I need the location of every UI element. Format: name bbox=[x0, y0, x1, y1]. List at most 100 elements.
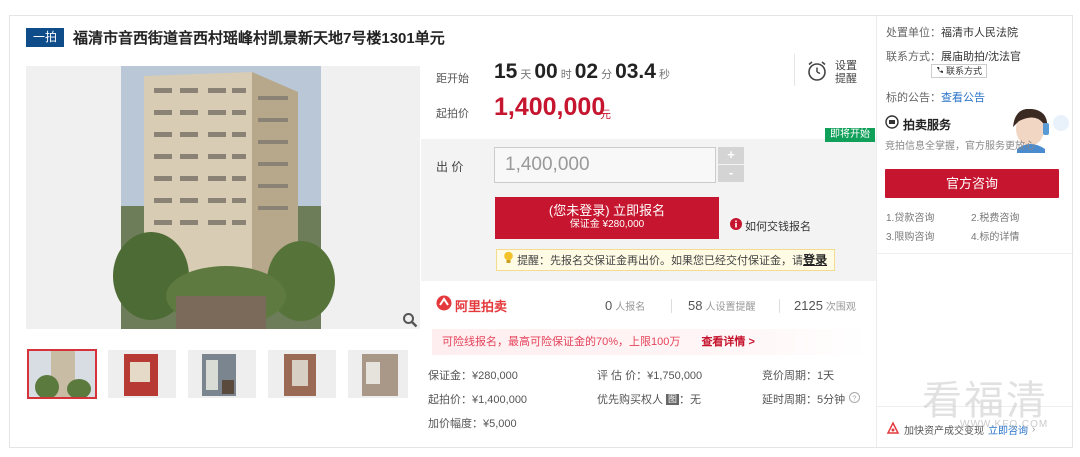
svg-text:?: ? bbox=[852, 393, 856, 402]
contact-button-label: 联系方式 bbox=[946, 66, 983, 76]
days-unit: 天 bbox=[520, 69, 532, 81]
reminder-button[interactable]: 设置 提醒 bbox=[806, 56, 857, 90]
insurance-promo: 可险线报名，最高可险保证金的70%，上限100万 查看详情 > bbox=[432, 329, 868, 355]
page-title: 福清市音西街道音西村瑶峰村凯景新天地7号楼1301单元 bbox=[73, 29, 445, 47]
reminders-label: 人设置提醒 bbox=[705, 302, 756, 313]
alarm-clock-icon bbox=[806, 60, 828, 87]
how-to-pay-label: 如何交钱报名 bbox=[745, 221, 811, 233]
reminder-label-2: 提醒 bbox=[835, 73, 857, 85]
promo-details-link[interactable]: 查看详情 > bbox=[701, 336, 754, 348]
tip-text: 提醒：先报名交保证金再出价。如果您已经交付保证金，请 bbox=[517, 255, 804, 267]
promo-text: 可险线报名，最高可险保证金的70%，上限100万 bbox=[442, 336, 681, 348]
auction-panel: 一拍 福清市音西街道音西村瑶峰村凯景新天地7号楼1301单元 距开始 15 天 … bbox=[9, 15, 1074, 448]
disposal-unit-value: 福清市人民法院 bbox=[941, 27, 1018, 39]
notice-row: 标的公告：查看公告 bbox=[886, 89, 985, 105]
signups-count: 0 bbox=[605, 298, 613, 313]
reminders-stat: 58 人设置提醒 bbox=[688, 298, 755, 313]
divider bbox=[671, 299, 672, 313]
seconds-unit: 秒 bbox=[658, 69, 670, 81]
views-stat: 2125 次围观 bbox=[794, 298, 856, 313]
decrease-button[interactable]: - bbox=[718, 165, 744, 182]
brand-name: 阿里拍卖 bbox=[455, 298, 508, 314]
bulb-icon bbox=[503, 251, 514, 271]
thumbnail-5[interactable] bbox=[348, 350, 408, 398]
cycle-info: 竞价周期：1天 bbox=[762, 370, 835, 382]
priority-value: ：无 bbox=[679, 394, 702, 406]
reminders-count: 58 bbox=[688, 298, 703, 313]
login-link[interactable]: 登录 bbox=[803, 253, 827, 267]
views-count: 2125 bbox=[794, 298, 823, 313]
info-icon bbox=[730, 217, 742, 235]
contact-info: 联系方式：展庙助拍/沈法官 bbox=[886, 48, 1021, 64]
increment-info: 加价幅度：¥5,000 bbox=[428, 418, 517, 430]
countdown-label: 距开始 bbox=[436, 73, 469, 85]
countdown-minutes: 02 bbox=[574, 60, 599, 83]
status-badge: 即将开始 bbox=[825, 128, 875, 142]
minutes-unit: 分 bbox=[601, 69, 613, 81]
title-row: 一拍 福清市音西街道音西村瑶峰村凯景新天地7号楼1301单元 bbox=[26, 26, 445, 48]
signup-deposit-label: 保证金 ¥280,000 bbox=[569, 219, 645, 230]
bid-input[interactable]: 1,400,000 bbox=[494, 147, 716, 183]
round-badge: 一拍 bbox=[26, 27, 65, 47]
watermark-url: WWW.KFQ.COM bbox=[960, 419, 1049, 430]
views-label: 次围观 bbox=[825, 302, 856, 313]
delay-text: 延时周期：5分钟 bbox=[762, 394, 846, 406]
service-banner: 拍卖服务 竞拍信息全掌握，官方服务更放心 bbox=[885, 109, 1071, 153]
service-heading: 拍卖服务 bbox=[885, 115, 951, 134]
login-tip: 提醒：先报名交保证金再出价。如果您已经交付保证金，请登录 bbox=[496, 249, 835, 271]
how-to-pay-link[interactable]: 如何交钱报名 bbox=[730, 217, 811, 235]
main-photo[interactable] bbox=[26, 66, 420, 329]
contact-label: 联系方式： bbox=[886, 51, 941, 63]
auction-service-icon bbox=[885, 115, 899, 134]
start-price-value: 1,400,000 bbox=[494, 93, 606, 121]
notice-link[interactable]: 查看公告 bbox=[941, 92, 985, 104]
start-price-info: 起拍价：¥1,400,000 bbox=[428, 394, 528, 406]
sidebar-link-tax[interactable]: 2.税费咨询 bbox=[971, 209, 1019, 224]
countdown-hours: 00 bbox=[534, 60, 558, 83]
help-icon[interactable]: ? bbox=[849, 392, 861, 406]
start-price-label: 起拍价 bbox=[436, 108, 469, 120]
notice-label: 标的公告： bbox=[886, 92, 941, 104]
divider bbox=[877, 253, 1074, 254]
increase-button[interactable]: + bbox=[718, 147, 744, 164]
divider bbox=[779, 299, 780, 313]
disposal-unit-label: 处置单位： bbox=[886, 27, 941, 39]
asset-icon bbox=[886, 420, 900, 438]
countdown-seconds: 03.4 bbox=[615, 60, 656, 83]
priority-info: 优先购买权人 图 ：无 bbox=[597, 391, 701, 407]
start-price-unit: 元 bbox=[600, 109, 611, 121]
contact-button[interactable]: 联系方式 bbox=[931, 64, 988, 78]
countdown-timer: 15 天 00 时 02 分 03.4 秒 bbox=[494, 60, 670, 88]
ali-auction-brand: 阿里拍卖 bbox=[436, 295, 508, 316]
hours-unit: 时 bbox=[560, 69, 572, 81]
service-title: 拍卖服务 bbox=[903, 118, 952, 132]
thumbnail-2[interactable] bbox=[108, 350, 176, 398]
ali-auction-logo-icon bbox=[436, 295, 452, 316]
divider bbox=[794, 54, 795, 86]
thumbnail-1[interactable] bbox=[27, 349, 97, 399]
deposit-info: 保证金：¥280,000 bbox=[428, 370, 518, 382]
signups-stat: 0 人报名 bbox=[605, 298, 645, 313]
sidebar-link-details[interactable]: 4.标的详情 bbox=[971, 228, 1019, 243]
signups-label: 人报名 bbox=[615, 302, 646, 313]
zoom-icon[interactable] bbox=[402, 312, 418, 328]
reminder-label-1: 设置 bbox=[835, 60, 857, 72]
service-desc: 竞拍信息全掌握，官方服务更放心 bbox=[885, 141, 1035, 152]
contact-value: 展庙助拍/沈法官 bbox=[941, 51, 1022, 63]
building-photo-icon bbox=[26, 66, 420, 329]
disposal-unit: 处置单位：福清市人民法院 bbox=[886, 24, 1018, 40]
main-column: 一拍 福清市音西街道音西村瑶峰村凯景新天地7号楼1301单元 距开始 15 天 … bbox=[10, 16, 876, 447]
thumbnail-4[interactable] bbox=[268, 350, 336, 398]
countdown-days: 15 bbox=[494, 60, 518, 83]
sidebar-link-purchase-limit[interactable]: 3.限购咨询 bbox=[886, 228, 934, 243]
signup-button[interactable]: (您未登录) 立即报名 保证金 ¥280,000 bbox=[495, 197, 719, 239]
sidebar-link-loan[interactable]: 1.贷款咨询 bbox=[886, 209, 934, 224]
watermark-text: 看福清 bbox=[922, 378, 1048, 424]
thumbnail-3[interactable] bbox=[188, 350, 256, 398]
delay-info: 延时周期：5分钟 ? bbox=[762, 391, 861, 407]
phone-icon bbox=[936, 65, 944, 77]
bid-label: 出 价 bbox=[436, 160, 464, 174]
consult-button[interactable]: 官方咨询 bbox=[885, 169, 1059, 198]
priority-badge[interactable]: 图 bbox=[666, 393, 680, 405]
priority-label: 优先购买权人 bbox=[597, 394, 663, 406]
